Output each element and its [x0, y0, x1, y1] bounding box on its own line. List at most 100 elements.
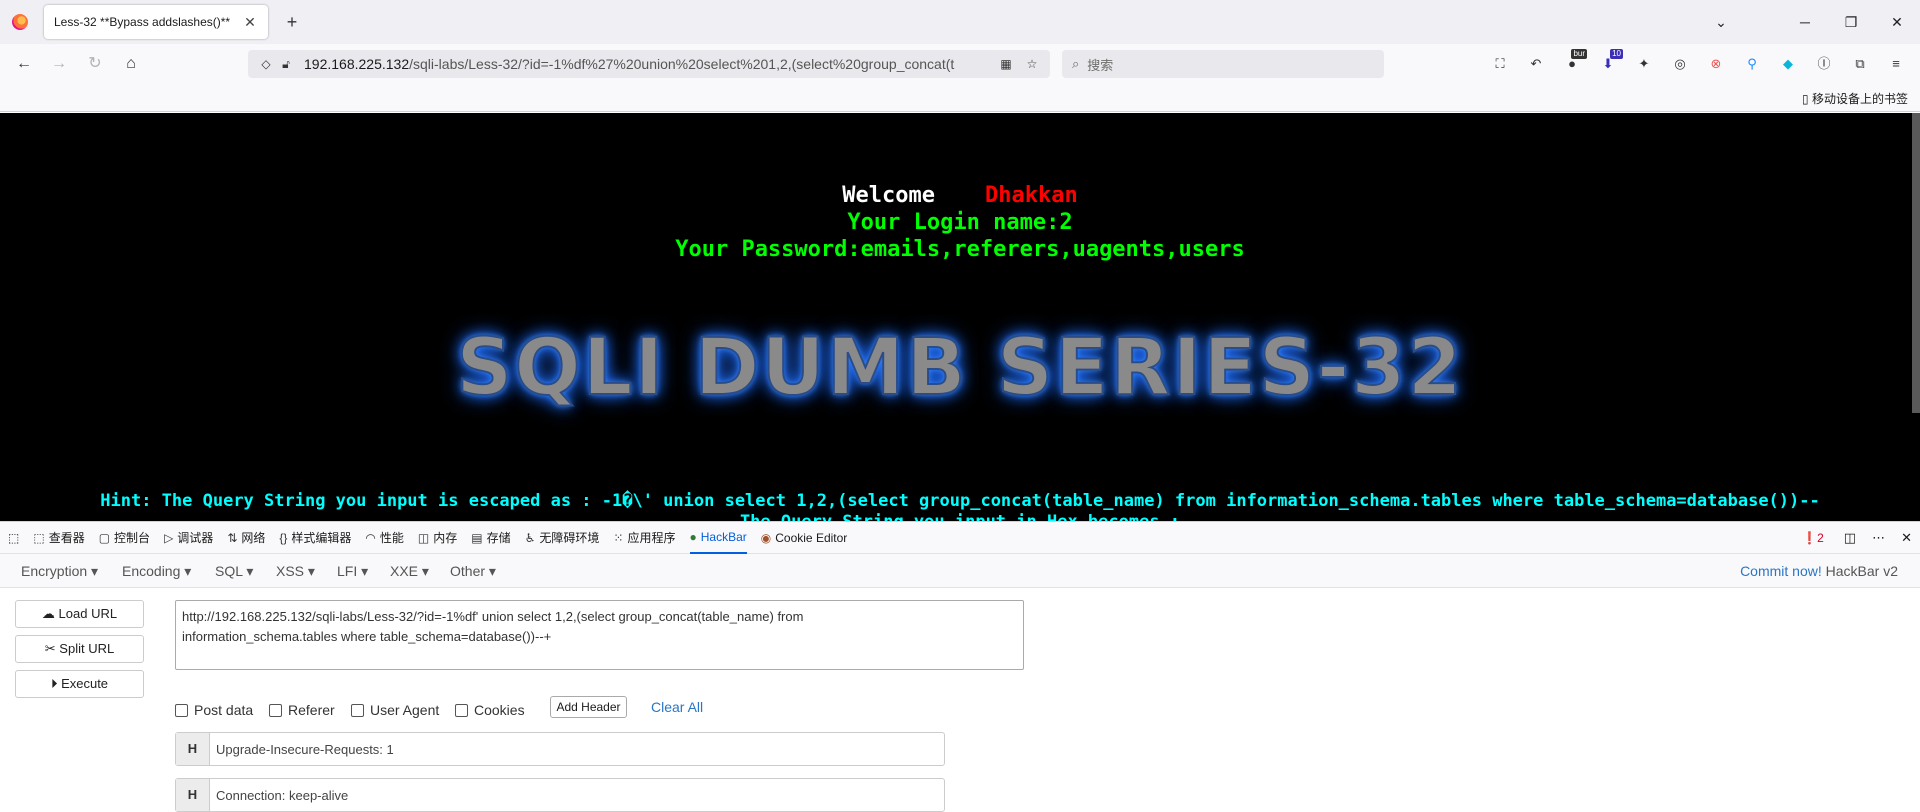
tab-application[interactable]: ⁙ 应用程序 [613, 529, 675, 546]
gauge-icon: ◠ [365, 530, 376, 545]
header-row[interactable]: H Connection: keep-alive [175, 778, 945, 812]
reload-icon[interactable]: ↻ [83, 52, 107, 76]
post-data-checkbox[interactable]: Post data [175, 702, 253, 718]
header-value[interactable]: Upgrade-Insecure-Requests: 1 [210, 742, 394, 757]
url-line-2: information_schema.tables where table_sc… [182, 629, 552, 644]
element-picker-icon[interactable]: ⬚ [8, 531, 19, 545]
error-count-badge[interactable]: ❗2 [1802, 531, 1824, 545]
tab-list-chevron-icon[interactable]: ⌄ [1698, 0, 1744, 44]
extensions-puzzle-icon[interactable]: ⧉ [1850, 54, 1870, 74]
user-name: Dhakkan [985, 183, 1078, 208]
minimize-button[interactable]: ─ [1782, 0, 1828, 44]
url-text[interactable]: 192.168.225.132/sqli-labs/Less-32/?id=-1… [304, 56, 984, 72]
restore-button[interactable]: ❐ [1828, 0, 1874, 44]
search-placeholder: 搜索 [1087, 57, 1114, 73]
post-data-label: Post data [194, 702, 254, 718]
burp-extension-icon[interactable]: ● bur [1562, 49, 1587, 74]
checkbox-box[interactable] [175, 703, 188, 717]
tab-debugger[interactable]: ▷ 调试器 [164, 529, 213, 546]
menu-encryption[interactable]: Encryption ▾ [21, 563, 98, 580]
home-icon[interactable]: ⌂ [119, 52, 143, 76]
wappalyzer-icon[interactable]: ◆ [1778, 54, 1798, 74]
hackbar-version: HackBar v2 [1825, 563, 1898, 579]
checkbox-box[interactable] [455, 703, 468, 717]
user-agent-checkbox[interactable]: User Agent [351, 702, 439, 718]
header-value[interactable]: Connection: keep-alive [210, 788, 348, 803]
url-line-1: http://192.168.225.132/sqli-labs/Less-32… [182, 609, 804, 624]
split-url-button[interactable]: ✂ Split URL [15, 635, 144, 663]
menu-sql[interactable]: SQL ▾ [215, 563, 253, 580]
series-banner: SQLI DUMB SERIES-32 [455, 322, 1464, 414]
location-pin-icon[interactable]: ⚲ [1742, 54, 1762, 74]
download-extension-icon[interactable]: ⬇ 10 [1598, 49, 1623, 74]
link-extension-icon[interactable]: ⊗ [1706, 54, 1726, 74]
load-url-label: Load URL [58, 606, 118, 621]
bookmarks-bar: ▯ 移动设备上的书签 [0, 84, 1920, 112]
header-toggle[interactable]: H [176, 779, 210, 811]
menu-xxe[interactable]: XXE ▾ [390, 563, 429, 580]
tab-accessibility[interactable]: ♿ 无障碍环境 [525, 529, 600, 546]
tab-label: 查看器 [48, 531, 85, 545]
execute-label: Execute [61, 676, 109, 691]
referer-checkbox[interactable]: Referer [269, 702, 335, 718]
dock-side-icon[interactable]: ◫ [1844, 530, 1856, 546]
menu-encoding[interactable]: Encoding ▾ [122, 563, 191, 580]
header-toggle[interactable]: H [176, 733, 210, 765]
mobile-bookmarks-label: 移动设备上的书签 [1811, 92, 1908, 106]
crop-icon[interactable]: ⛶ [1490, 54, 1510, 74]
tab-network[interactable]: ⇅ 网络 [227, 529, 265, 546]
tab-memory[interactable]: ◫ 内存 [418, 529, 457, 546]
header-row[interactable]: H Upgrade-Insecure-Requests: 1 [175, 732, 945, 766]
checkbox-box[interactable] [269, 703, 282, 717]
close-window-button[interactable]: ✕ [1874, 0, 1920, 44]
puzzle-user-icon[interactable]: ✦ [1634, 54, 1654, 74]
url-bar[interactable]: ◇ 🔓︎ 192.168.225.132/sqli-labs/Less-32/?… [248, 50, 1050, 78]
devtools-toolbar-right: ❗2 ◫ ⋯ ✕ [1802, 522, 1912, 554]
tab-console[interactable]: ▢ 控制台 [99, 529, 150, 546]
load-url-button[interactable]: ☁ Load URL [15, 600, 144, 628]
commit-now-link[interactable]: Commit now! [1740, 563, 1822, 579]
qr-code-icon[interactable]: ▦ [996, 57, 1016, 71]
search-icon: ⌕ [1072, 56, 1080, 71]
add-header-button[interactable]: Add Header [550, 696, 627, 718]
storage-icon: ▤ [471, 530, 483, 545]
cookie-icon[interactable]: ◎ [1670, 54, 1690, 74]
mobile-bookmarks-link[interactable]: ▯ 移动设备上的书签 [1802, 90, 1908, 107]
tab-label: 性能 [379, 531, 404, 545]
more-options-icon[interactable]: ⋯ [1872, 530, 1885, 546]
search-input[interactable]: ⌕ 搜索 [1062, 50, 1384, 78]
new-tab-button[interactable]: + [280, 10, 304, 34]
tab-inspector[interactable]: ⬚ 查看器 [33, 529, 84, 546]
console-icon: ▢ [98, 530, 111, 545]
tab-style-editor[interactable]: {} 样式编辑器 [279, 529, 351, 546]
insecure-lock-icon[interactable]: 🔓︎ [276, 57, 296, 72]
shield-icon[interactable]: ◇ [256, 57, 276, 71]
user-agent-label: User Agent [370, 702, 440, 718]
undo-icon[interactable]: ↶ [1526, 54, 1546, 74]
back-arrow-icon[interactable]: ← [12, 52, 36, 76]
menu-xss[interactable]: XSS ▾ [276, 563, 315, 580]
tab-performance[interactable]: ◠ 性能 [365, 529, 404, 546]
tab-label: 网络 [241, 531, 266, 545]
tab-close-icon[interactable]: ✕ [242, 14, 258, 31]
browser-tab[interactable]: Less-32 **Bypass addslashes()** ✕ [44, 5, 268, 39]
tab-storage[interactable]: ▤ 存储 [471, 529, 510, 546]
close-devtools-icon[interactable]: ✕ [1901, 530, 1912, 546]
bookmark-star-icon[interactable]: ☆ [1022, 57, 1042, 71]
menu-other[interactable]: Other ▾ [450, 563, 496, 580]
url-textarea[interactable]: http://192.168.225.132/sqli-labs/Less-32… [175, 600, 1024, 670]
forward-arrow-icon[interactable]: → [47, 52, 71, 76]
braces-icon: {} [279, 530, 288, 545]
tab-hackbar[interactable]: ● HackBar [689, 522, 747, 554]
tab-label: 内存 [433, 531, 458, 545]
cookies-checkbox[interactable]: Cookies [455, 702, 525, 718]
execute-button[interactable]: ⏵ Execute [15, 670, 144, 698]
clear-all-link[interactable]: Clear All [651, 699, 703, 715]
checkbox-box[interactable] [351, 703, 364, 717]
ip-extension-icon[interactable]: Ⓘ [1814, 54, 1834, 74]
menu-lfi[interactable]: LFI ▾ [337, 563, 368, 580]
menu-hamburger-icon[interactable]: ≡ [1886, 54, 1906, 74]
download-badge: 10 [1610, 49, 1623, 59]
tab-cookie-editor[interactable]: ◉ Cookie Editor [761, 531, 848, 545]
page-scrollbar[interactable] [1912, 113, 1920, 413]
